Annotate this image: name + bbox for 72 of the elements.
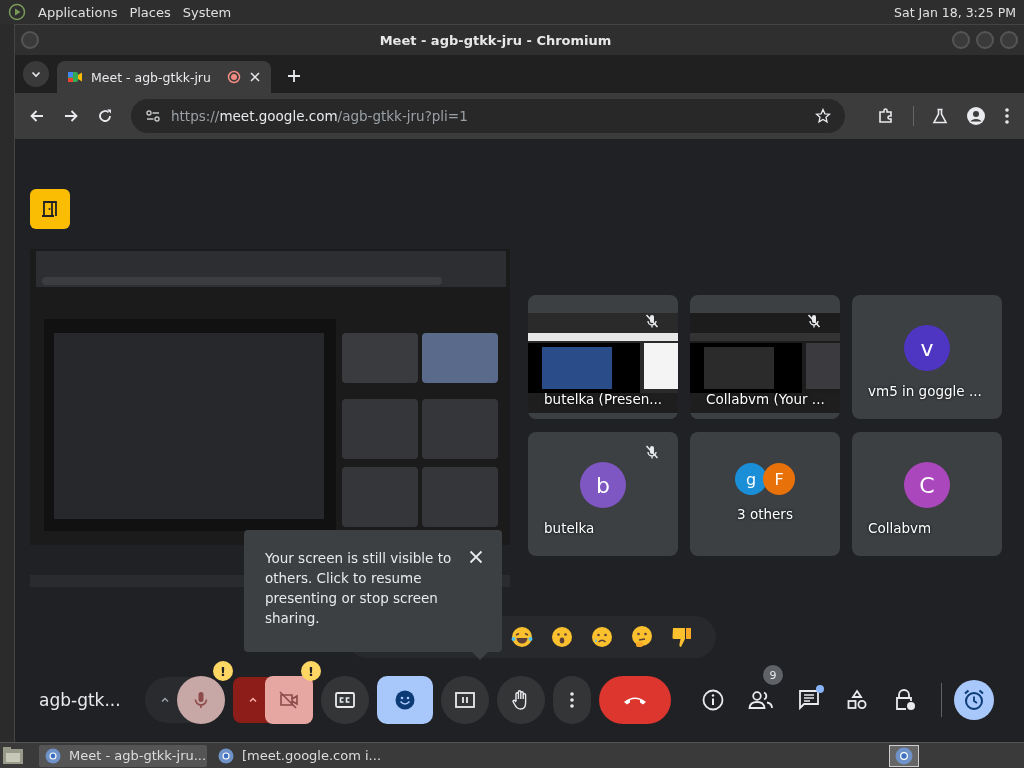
meet-favicon-icon: [67, 69, 83, 85]
avatar: b: [580, 462, 626, 508]
panel-menu[interactable]: System: [182, 4, 232, 20]
file-manager-icon[interactable]: [2, 745, 24, 766]
close-tab-icon[interactable]: [249, 71, 261, 83]
participant-name: butelka: [544, 520, 595, 536]
participant-name: butelka (Presen...: [544, 391, 663, 407]
new-tab-icon[interactable]: [287, 69, 301, 83]
people-icon[interactable]: [748, 689, 774, 711]
profile-icon[interactable]: [966, 106, 986, 126]
warning-badge: !: [301, 661, 321, 681]
more-icon: [569, 691, 575, 709]
captions-icon: [334, 691, 356, 709]
microphone-button[interactable]: [177, 676, 225, 724]
door-button[interactable]: [30, 189, 70, 229]
avatar: v: [904, 325, 950, 371]
menu-logo-icon[interactable]: [8, 3, 26, 21]
alarm-clock-icon: [962, 688, 986, 712]
participant-name: 3 others: [736, 506, 794, 522]
participant-name: vm5 in goggle ...: [868, 383, 982, 399]
close-icon[interactable]: [469, 550, 483, 564]
info-icon[interactable]: [701, 688, 725, 712]
laughing-emoji-icon[interactable]: [510, 625, 534, 649]
camera-off-icon: [278, 690, 300, 710]
participant-count-badge: 9: [763, 665, 783, 685]
present-icon: [454, 691, 476, 709]
camera-button[interactable]: [265, 676, 313, 724]
end-call-button[interactable]: [599, 676, 671, 724]
smiley-icon: [394, 689, 416, 711]
raise-hand-button[interactable]: [497, 676, 545, 724]
tray-button[interactable]: [889, 744, 919, 767]
forward-icon[interactable]: [63, 108, 79, 124]
surprised-emoji-icon[interactable]: [550, 625, 574, 649]
door-icon: [40, 199, 60, 219]
panel-menu[interactable]: Places: [129, 4, 171, 20]
reload-icon[interactable]: [97, 108, 113, 124]
window-title: Meet - agb-gtkk-jru - Chromium: [378, 32, 613, 48]
reactions-button[interactable]: [377, 676, 433, 724]
present-button[interactable]: [441, 676, 489, 724]
captions-button[interactable]: [321, 676, 369, 724]
taskbar-window-button[interactable]: [meet.google.com i...: [212, 744, 380, 767]
avatar: F: [763, 463, 795, 495]
clock: Sat Jan 18, 3:25 PM: [894, 4, 1016, 20]
taskbar-window-button[interactable]: Meet - agb-gtkk-jru...: [39, 744, 207, 767]
site-info-icon[interactable]: [145, 108, 161, 124]
menu-icon[interactable]: [1004, 107, 1010, 125]
timer-button[interactable]: [954, 680, 994, 720]
avatar: C: [904, 462, 950, 508]
flask-icon[interactable]: [932, 108, 948, 124]
participant-name: Collabvm: [868, 520, 932, 536]
address-bar[interactable]: https://meet.google.com/agb-gtkk-jru?pli=1: [131, 99, 845, 133]
thinking-emoji-icon[interactable]: [630, 625, 654, 649]
thumbs-down-icon[interactable]: [670, 625, 694, 649]
back-icon[interactable]: [29, 108, 45, 124]
shapes-icon[interactable]: [846, 689, 868, 711]
panel-menu[interactable]: Applications: [38, 4, 118, 20]
tooltip-text: Your screen is still visible to others. Click to resume presenting or stop screen sharing.: [265, 549, 453, 628]
avatar: g: [735, 463, 767, 495]
chromium-icon: [218, 747, 234, 764]
browser-tab[interactable]: Meet - agb-gtkk-jru: [57, 61, 271, 93]
chromium-icon: [895, 746, 913, 765]
lock-icon[interactable]: [894, 688, 916, 712]
chromium-icon: [45, 747, 61, 764]
chat-icon[interactable]: [798, 689, 820, 711]
bookmark-star-icon[interactable]: [815, 108, 831, 124]
participant-name: Collabvm (Your ...: [706, 391, 825, 407]
extensions-icon[interactable]: [877, 107, 895, 125]
url-text: https://meet.google.com/agb-gtkk-jru?pli=1: [171, 108, 469, 124]
warning-badge: !: [213, 661, 233, 681]
tab-search-button[interactable]: [23, 61, 49, 87]
meeting-code: agb-gtk...: [39, 690, 122, 710]
crying-emoji-icon[interactable]: [590, 625, 614, 649]
